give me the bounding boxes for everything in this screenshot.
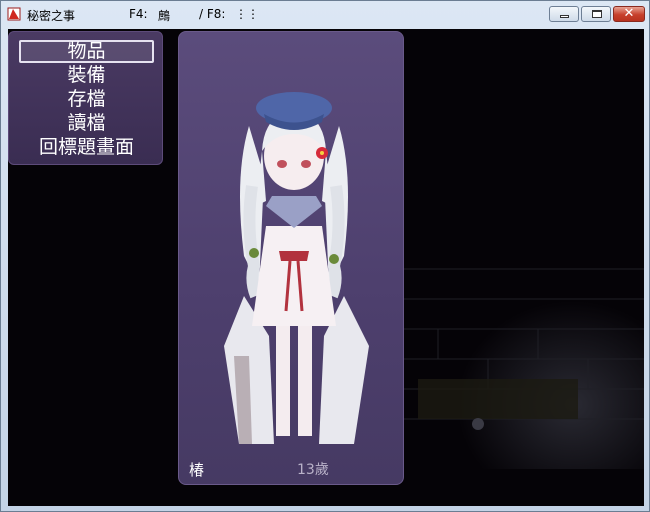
window-title: 秘密之事 <box>27 9 76 23</box>
character-name: 椿 <box>189 461 205 479</box>
close-button[interactable]: ✕ <box>613 6 645 22</box>
f4-value: 鷓 <box>158 9 171 23</box>
menu-item-items[interactable]: 物品 <box>19 40 154 63</box>
f8-value: ⋮⋮ <box>235 7 259 21</box>
maximize-icon <box>592 10 602 18</box>
f4-label: F4: <box>129 7 148 21</box>
command-menu: 物品 裝備 存檔 讀檔 回標題畫面 <box>8 31 163 165</box>
menu-item-title-screen[interactable]: 回標題畫面 <box>19 136 154 159</box>
game-viewport[interactable]: 物品 裝備 存檔 讀檔 回標題畫面 椿 13歲 <box>8 29 644 506</box>
character-status-panel: 椿 13歲 <box>178 31 404 485</box>
menu-item-save[interactable]: 存檔 <box>19 88 154 111</box>
game-window: 秘密之事 F4: 鷓 / F8: ⋮⋮ ✕ 物品 裝備 存檔 讀檔 回標題畫面 … <box>0 0 650 512</box>
minimize-button[interactable] <box>549 6 579 22</box>
minimize-icon <box>560 15 569 18</box>
title-bar[interactable]: 秘密之事 F4: 鷓 / F8: ⋮⋮ ✕ <box>1 1 649 27</box>
character-age: 13歲 <box>297 462 329 478</box>
character-portrait <box>224 92 369 444</box>
app-game-icon <box>7 7 21 21</box>
menu-item-load[interactable]: 讀檔 <box>19 112 154 135</box>
close-icon: ✕ <box>623 6 635 21</box>
f8-label: / F8: <box>199 7 226 21</box>
menu-item-equipment[interactable]: 裝備 <box>19 64 154 87</box>
maximize-button[interactable] <box>581 6 611 22</box>
